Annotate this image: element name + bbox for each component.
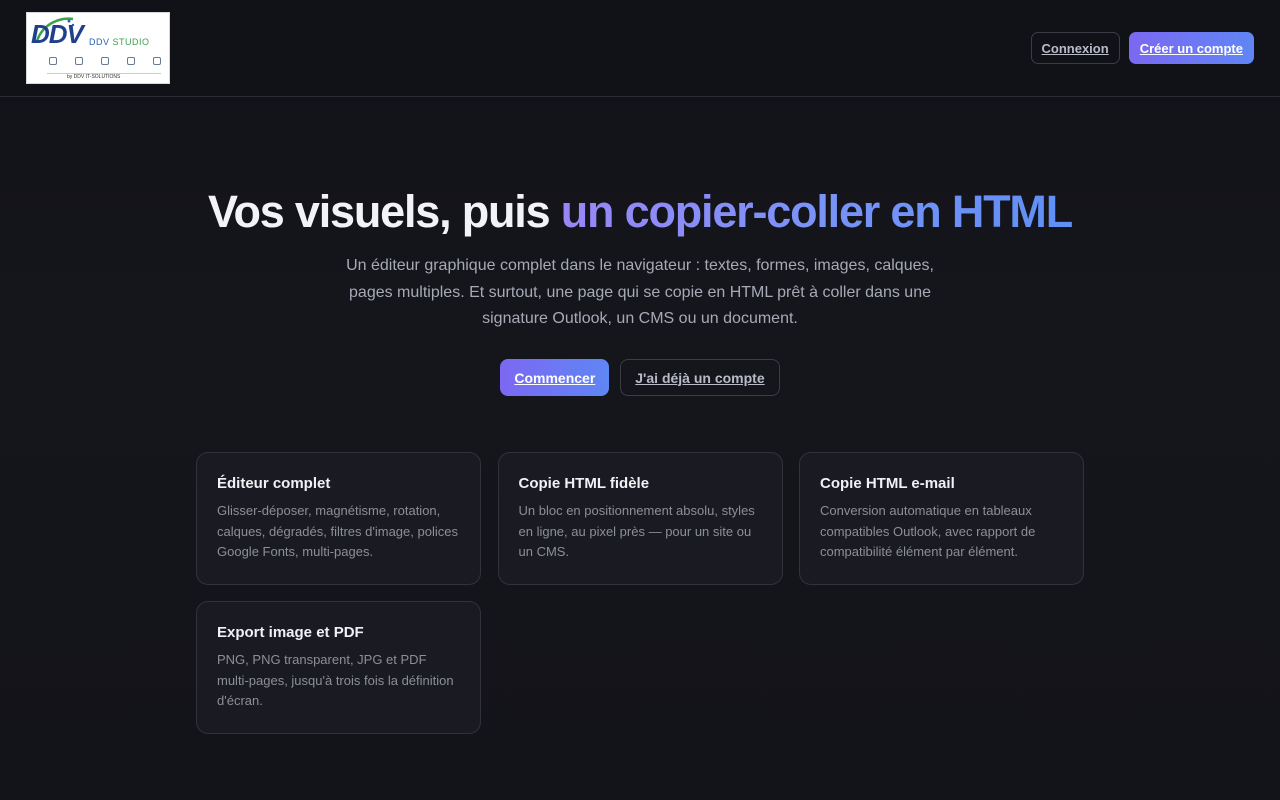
signup-button[interactable]: Créer un compte: [1128, 32, 1254, 64]
feature-card-description: PNG, PNG transparent, JPG et PDF multi-p…: [217, 652, 454, 708]
logo-byline: by DDV IT-SOLUTIONS: [67, 74, 121, 80]
feature-cards: Éditeur complet Glisser-déposer, magnéti…: [196, 452, 1084, 734]
feature-card-title: Copie HTML fidèle: [518, 475, 650, 492]
feature-card-title: Export image et PDF: [217, 624, 364, 641]
feature-card-title: Éditeur complet: [217, 475, 331, 492]
hero-title-plain: Vos visuels, puis: [208, 186, 561, 237]
hero-subtitle: Un éditeur graphique complet dans le nav…: [346, 257, 934, 327]
feature-card-export: Export image et PDF PNG, PNG transparent…: [196, 601, 481, 734]
login-button[interactable]: Connexion: [1030, 32, 1120, 64]
existing-account-button[interactable]: J'ai déjà un compte: [620, 359, 780, 396]
hero-title: Vos visuels, puis un copier-coller en HT…: [0, 186, 1280, 238]
ddv-studio-logo[interactable]: DDV DDV STUDIO by DDV IT-SOLUTIONS: [26, 12, 170, 84]
logo-studio-text: DDV STUDIO: [89, 37, 150, 47]
logo-globe-icon: [127, 57, 135, 65]
feature-card-editor: Éditeur complet Glisser-déposer, magnéti…: [196, 452, 481, 585]
top-header: DDV DDV STUDIO by DDV IT-SOLUTIONS Conne…: [0, 0, 1280, 97]
feature-card-html-copy: Copie HTML fidèle Un bloc en positionnem…: [497, 452, 783, 585]
feature-card-title: Copie HTML e-mail: [820, 475, 955, 492]
logo-text-icon: [75, 57, 83, 65]
logo-download-icon: [153, 57, 161, 65]
logo-wordmark: DDV: [31, 19, 84, 49]
header-actions: Connexion Créer un compte: [1030, 32, 1254, 64]
hero-actions: Commencer J'ai déjà un compte: [0, 359, 1280, 396]
feature-card-description: Un bloc en positionnement absolu, styles…: [518, 503, 755, 559]
logo-icon-row: [49, 57, 161, 71]
feature-card-email-copy: Copie HTML e-mail Conversion automatique…: [799, 452, 1084, 585]
feature-card-description: Glisser-déposer, magnétisme, rotation, c…: [217, 503, 458, 559]
logo-pen-icon: [49, 57, 57, 65]
hero-title-accent: un copier-coller en HTML: [560, 186, 1073, 237]
start-button[interactable]: Commencer: [500, 359, 610, 396]
logo-layers-icon: [101, 57, 109, 65]
feature-card-description: Conversion automatique en tableaux compa…: [820, 503, 1036, 559]
landing-page: DDV DDV STUDIO by DDV IT-SOLUTIONS Conne…: [0, 0, 1280, 800]
